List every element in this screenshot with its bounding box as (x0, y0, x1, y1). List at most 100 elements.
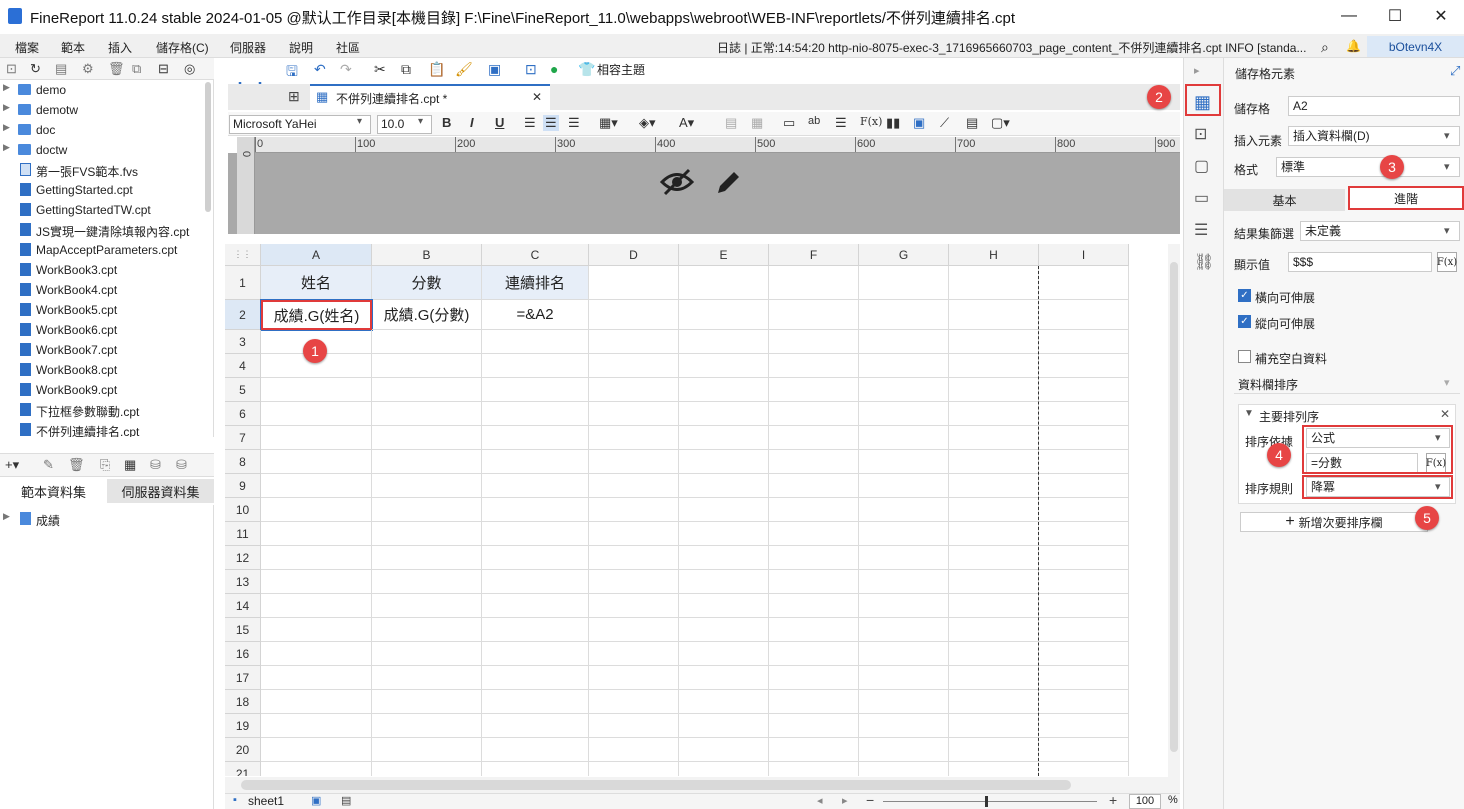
tree-file[interactable]: 下拉框參數聯動.cpt (0, 400, 213, 420)
tree-file[interactable]: GettingStartedTW.cpt (0, 200, 213, 220)
row-header[interactable]: 9 (225, 474, 261, 498)
cell-b14[interactable] (372, 594, 482, 618)
expand-panel-icon[interactable]: ▸ (1194, 64, 1200, 77)
font-size-select[interactable]: 10.0 (377, 115, 432, 134)
cell-g5[interactable] (859, 378, 949, 402)
cell-c3[interactable] (482, 330, 589, 354)
cell-h19[interactable] (949, 714, 1039, 738)
cell-e6[interactable] (679, 402, 769, 426)
cell-i10[interactable] (1039, 498, 1129, 522)
chart-icon[interactable]: ▮▮ (886, 115, 900, 131)
formula-button[interactable]: F(x) (1437, 252, 1457, 272)
expand-arrow-icon[interactable]: ▶ (3, 82, 10, 93)
cell-h2[interactable] (949, 300, 1039, 330)
cell-d6[interactable] (589, 402, 679, 426)
cell-d8[interactable] (589, 450, 679, 474)
horizontal-scrollbar[interactable] (225, 777, 1180, 793)
cell-h18[interactable] (949, 690, 1039, 714)
cell-i5[interactable] (1039, 378, 1129, 402)
column-header[interactable]: D (589, 244, 679, 266)
cell-d11[interactable] (589, 522, 679, 546)
cell-h17[interactable] (949, 666, 1039, 690)
cell-e12[interactable] (679, 546, 769, 570)
zoom-slider-handle[interactable] (985, 796, 988, 807)
cell-g21[interactable] (859, 762, 949, 776)
cell-a20[interactable] (261, 738, 372, 762)
cell-b12[interactable] (372, 546, 482, 570)
cell-g7[interactable] (859, 426, 949, 450)
cell-b20[interactable] (372, 738, 482, 762)
cell-d19[interactable] (589, 714, 679, 738)
cell-a19[interactable] (261, 714, 372, 738)
cell-a1[interactable]: 姓名 (261, 266, 372, 300)
cell-b1[interactable]: 分數 (372, 266, 482, 300)
column-header[interactable]: A (261, 244, 372, 266)
hyperlink-icon[interactable]: ⛓ (1194, 252, 1214, 272)
cell-i9[interactable] (1039, 474, 1129, 498)
cell-a7[interactable] (261, 426, 372, 450)
tab-server-datasets[interactable]: 伺服器資料集 (107, 479, 214, 503)
cell-d10[interactable] (589, 498, 679, 522)
vertical-scrollbar[interactable] (1168, 244, 1180, 777)
cell-c5[interactable] (482, 378, 589, 402)
row-header[interactable]: 3 (225, 330, 261, 354)
cell-d4[interactable] (589, 354, 679, 378)
cell-h11[interactable] (949, 522, 1039, 546)
page-header-area[interactable] (228, 153, 1180, 234)
text-icon[interactable]: ▭ (783, 115, 795, 131)
cell-g1[interactable] (859, 266, 949, 300)
add-report-icon[interactable]: ▤ (341, 794, 351, 807)
cell-g9[interactable] (859, 474, 949, 498)
cell-i16[interactable] (1039, 642, 1129, 666)
tree-folder[interactable]: ▶ doctw (0, 140, 213, 160)
cell-d16[interactable] (589, 642, 679, 666)
richtext-icon[interactable]: ab (808, 115, 820, 127)
cell-d21[interactable] (589, 762, 679, 776)
row-header[interactable]: 12 (225, 546, 261, 570)
cell-f19[interactable] (769, 714, 859, 738)
close-tab-icon[interactable]: ✕ (532, 90, 542, 104)
collapse-arrow-icon[interactable]: ⤢ (1450, 63, 1460, 79)
cell-e20[interactable] (679, 738, 769, 762)
lock-icon[interactable]: ⊟ (158, 61, 169, 77)
cell-d9[interactable] (589, 474, 679, 498)
cell-d15[interactable] (589, 618, 679, 642)
preview-icon[interactable]: ⊡ (525, 61, 537, 78)
cell-f12[interactable] (769, 546, 859, 570)
cell-c9[interactable] (482, 474, 589, 498)
search-icon[interactable]: ⌕ (1321, 39, 1329, 56)
theme-label[interactable]: 相容主題 (597, 61, 645, 78)
cell-e15[interactable] (679, 618, 769, 642)
cell-b18[interactable] (372, 690, 482, 714)
tree-file[interactable]: WorkBook6.cpt (0, 320, 213, 340)
cell-g13[interactable] (859, 570, 949, 594)
delete-dataset-icon[interactable]: 🗑 (68, 457, 85, 473)
cell-f1[interactable] (769, 266, 859, 300)
cell-c19[interactable] (482, 714, 589, 738)
cell-g8[interactable] (859, 450, 949, 474)
row-header[interactable]: 6 (225, 402, 261, 426)
cell-g4[interactable] (859, 354, 949, 378)
add-dataset-icon[interactable]: +▾ (5, 457, 19, 473)
cell-c4[interactable] (482, 354, 589, 378)
cell-c6[interactable] (482, 402, 589, 426)
cell-f15[interactable] (769, 618, 859, 642)
cell-g11[interactable] (859, 522, 949, 546)
new-folder-icon[interactable]: ⊡ (6, 61, 17, 77)
zoom-slider[interactable] (883, 801, 1097, 802)
cell-i2[interactable] (1039, 300, 1129, 330)
cell-e4[interactable] (679, 354, 769, 378)
tree-file[interactable]: MapAcceptParameters.cpt (0, 240, 213, 260)
cell-g15[interactable] (859, 618, 949, 642)
fill-blank-checkbox[interactable] (1238, 350, 1251, 363)
cell-c17[interactable] (482, 666, 589, 690)
cell-e11[interactable] (679, 522, 769, 546)
cell-e1[interactable] (679, 266, 769, 300)
cell-c20[interactable] (482, 738, 589, 762)
row-header[interactable]: 20 (225, 738, 261, 762)
cell-e3[interactable] (679, 330, 769, 354)
cell-a17[interactable] (261, 666, 372, 690)
cell-h14[interactable] (949, 594, 1039, 618)
cell-f18[interactable] (769, 690, 859, 714)
tree-folder[interactable]: ▶ doc (0, 120, 213, 140)
